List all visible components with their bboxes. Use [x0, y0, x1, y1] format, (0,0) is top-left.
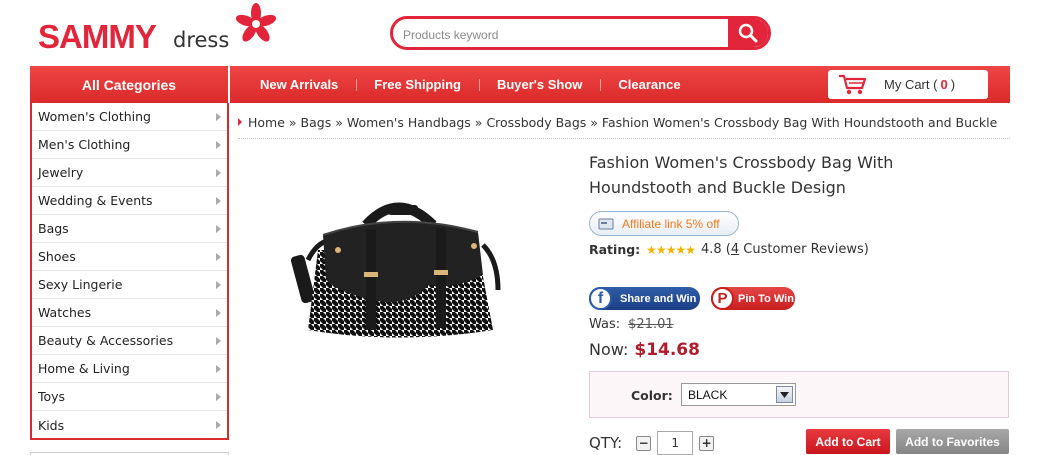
sidebar-item-mens-clothing[interactable]: Men's Clothing — [32, 131, 227, 159]
nav-link-clearance[interactable]: Clearance — [600, 77, 698, 92]
affiliate-card-icon — [598, 218, 614, 229]
rating-stars-icon: ★★★★★ — [646, 242, 696, 257]
color-selector-box: Color: BLACK — [589, 371, 1009, 418]
cart-label: My Cart (0) — [884, 77, 956, 92]
color-label: Color: — [631, 388, 673, 403]
chevron-right-icon — [216, 336, 221, 345]
houndstooth-bag-image — [290, 202, 501, 338]
chevron-right-icon — [216, 224, 221, 233]
sidebar-item-toys[interactable]: Toys — [32, 383, 227, 411]
was-price: $21.01 — [628, 317, 674, 332]
breadcrumb-home[interactable]: Home — [248, 115, 285, 130]
facebook-icon: f — [589, 287, 612, 310]
decrement-button[interactable]: − — [636, 435, 652, 451]
pinterest-share-button[interactable]: P Pin To Win — [711, 287, 795, 310]
nav-link-free-shipping[interactable]: Free Shipping — [356, 77, 479, 92]
site-logo[interactable]: SAMMY dress — [38, 3, 278, 55]
sidebar-item-shoes[interactable]: Shoes — [32, 243, 227, 271]
facebook-share-label: Share and Win — [620, 292, 697, 305]
rating-value: 4.8 — [700, 242, 722, 257]
search-icon — [738, 23, 758, 43]
pinterest-icon: P — [711, 287, 734, 310]
all-categories-tab[interactable]: All Categories — [30, 66, 228, 103]
sidebar-item-home-living[interactable]: Home & Living — [32, 355, 227, 383]
search-bar — [390, 16, 771, 50]
product-rating: Rating: ★★★★★ 4.8 (4 Customer Reviews) — [589, 242, 869, 257]
category-sidebar: Women's Clothing Men's Clothing Jewelry … — [30, 103, 229, 440]
breadcrumb-crossbody-bags[interactable]: Crossbody Bags — [486, 115, 586, 130]
sidebar-item-wedding-events[interactable]: Wedding & Events — [32, 187, 227, 215]
sidebar-item-beauty-accessories[interactable]: Beauty & Accessories — [32, 327, 227, 355]
add-to-favorites-button[interactable]: Add to Favorites — [896, 429, 1009, 454]
breadcrumb-separator: » — [335, 115, 343, 130]
sidebar-item-womens-clothing[interactable]: Women's Clothing — [32, 103, 227, 131]
quantity-stepper: QTY: − 1 + — [589, 431, 715, 455]
sidebar-item-jewelry[interactable]: Jewelry — [32, 159, 227, 187]
facebook-share-button[interactable]: f Share and Win — [589, 287, 700, 310]
chevron-right-icon — [216, 168, 221, 177]
breadcrumb: Home » Bags » Women's Handbags » Crossbo… — [238, 115, 1010, 139]
pinterest-share-label: Pin To Win — [738, 292, 794, 305]
add-to-cart-button[interactable]: Add to Cart — [806, 429, 890, 454]
main-nav: All Categories New Arrivals Free Shippin… — [30, 66, 1010, 103]
color-select[interactable]: BLACK — [681, 383, 796, 406]
chevron-right-icon — [216, 280, 221, 289]
color-selected-value: BLACK — [688, 388, 728, 402]
chevron-right-icon — [216, 308, 221, 317]
increment-button[interactable]: + — [699, 435, 715, 451]
affiliate-text: Affiliate link 5% off — [622, 216, 720, 231]
affiliate-link-button[interactable]: Affiliate link 5% off — [589, 211, 739, 236]
breadcrumb-current: Fashion Women's Crossbody Bag With Hound… — [601, 115, 998, 130]
nav-links: New Arrivals Free Shipping Buyer's Show … — [242, 66, 699, 103]
sidebar-item-sexy-lingerie[interactable]: Sexy Lingerie — [32, 271, 227, 299]
review-count-link[interactable]: 4 — [731, 242, 739, 257]
chevron-right-icon — [216, 252, 221, 261]
chevron-right-icon — [216, 196, 221, 205]
chevron-right-icon — [216, 421, 221, 429]
chevron-down-icon[interactable] — [776, 386, 793, 403]
nav-link-buyers-show[interactable]: Buyer's Show — [478, 77, 600, 92]
review-text: Customer Reviews — [743, 242, 864, 257]
now-price: $14.68 — [634, 340, 700, 360]
cart-count: 0 — [940, 77, 948, 92]
breadcrumb-bags[interactable]: Bags — [301, 115, 332, 130]
chevron-right-icon — [216, 140, 221, 149]
qty-label: QTY: — [589, 434, 623, 452]
breadcrumb-separator: » — [590, 115, 598, 130]
chevron-right-icon — [216, 112, 221, 121]
was-label: Was: — [589, 317, 621, 332]
product-title: Fashion Women's Crossbody Bag With Hound… — [589, 153, 894, 197]
now-label: Now: — [589, 340, 629, 359]
cart-button[interactable]: My Cart (0) — [828, 70, 988, 99]
nav-divider — [228, 66, 230, 103]
shopping-cart-icon — [839, 74, 867, 94]
rating-label: Rating: — [589, 242, 641, 257]
quantity-input[interactable]: 1 — [657, 431, 694, 455]
search-input[interactable] — [403, 24, 723, 46]
breadcrumb-separator: » — [474, 115, 483, 130]
chevron-right-icon — [216, 364, 221, 373]
logo-sub-text: dress — [173, 28, 230, 52]
current-price: Now: $14.68 — [589, 340, 700, 360]
sidebar-item-watches[interactable]: Watches — [32, 299, 227, 327]
breadcrumb-separator: » — [288, 115, 297, 130]
sidebar-item-kids[interactable]: Kids — [32, 411, 227, 439]
flower-logo-icon — [235, 3, 277, 42]
breadcrumb-arrow-icon — [238, 118, 242, 126]
nav-link-new-arrivals[interactable]: New Arrivals — [242, 77, 356, 92]
product-image[interactable] — [278, 180, 508, 360]
search-button[interactable] — [728, 19, 768, 47]
logo-main-text: SAMMY — [38, 18, 157, 55]
sidebar-item-bags[interactable]: Bags — [32, 215, 227, 243]
original-price: Was: $21.01 — [589, 317, 674, 332]
chevron-right-icon — [216, 392, 221, 401]
breadcrumb-womens-handbags[interactable]: Women's Handbags — [347, 115, 471, 130]
